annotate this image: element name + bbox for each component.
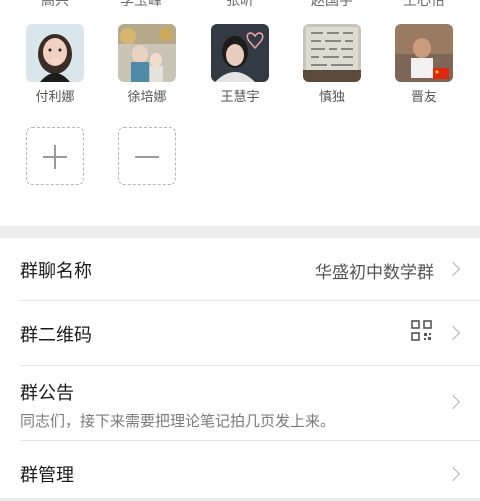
group-qr-row[interactable]: 群二维码 xyxy=(0,301,480,365)
chevron-right-icon xyxy=(445,261,461,277)
member-item[interactable]: 晋友 xyxy=(389,24,459,106)
group-announcement-text: 同志们，接下来需要把理论笔记拍几页发上来。 xyxy=(20,412,336,430)
chevron-right-icon xyxy=(445,325,461,341)
group-name-label: 群聊名称 xyxy=(20,261,92,282)
member-avatar[interactable] xyxy=(118,24,176,82)
member-name-partial: 张昕 xyxy=(226,0,254,9)
group-name-value: 华盛初中数学群 xyxy=(315,263,434,283)
member-name: 付利娜 xyxy=(35,90,75,105)
member-name-partial: 李玉峰 xyxy=(120,0,162,9)
qr-code-icon xyxy=(411,320,432,341)
group-members-panel: 高兴 李玉峰 张昕 赵国宇 王心怡 付利娜 徐培娜 王慧宇 慎独 晋友 xyxy=(0,0,480,226)
member-avatar[interactable] xyxy=(303,24,361,82)
group-qr-label: 群二维码 xyxy=(20,325,92,346)
member-name-partial: 高兴 xyxy=(41,0,69,9)
member-name: 慎独 xyxy=(318,90,345,105)
member-name-partial: 王心怡 xyxy=(403,0,445,9)
chevron-right-icon xyxy=(445,394,461,410)
add-member-button[interactable] xyxy=(26,127,84,185)
member-name-partial: 赵国宇 xyxy=(311,0,353,9)
group-name-row[interactable]: 群聊名称 华盛初中数学群 xyxy=(0,238,480,300)
group-manage-row[interactable]: 群管理 xyxy=(0,441,480,501)
member-avatar[interactable] xyxy=(211,24,269,82)
group-announcement-label: 群公告 xyxy=(20,383,74,404)
group-settings-list: 群聊名称 华盛初中数学群 群二维码 群公告 同志们，接下来需要把理论笔记拍几页发… xyxy=(0,238,480,498)
remove-member-button[interactable] xyxy=(118,127,176,185)
group-announcement-row[interactable]: 群公告 同志们，接下来需要把理论笔记拍几页发上来。 xyxy=(0,366,480,440)
member-item[interactable]: 徐培娜 xyxy=(112,24,182,106)
previous-row-names: 高兴 李玉峰 张昕 赵国宇 王心怡 xyxy=(0,0,480,9)
member-avatar[interactable] xyxy=(26,24,84,82)
member-item[interactable]: 王慧宇 xyxy=(205,24,275,106)
member-name: 王慧宇 xyxy=(220,90,260,105)
member-avatar[interactable] xyxy=(395,24,453,82)
chevron-right-icon xyxy=(445,466,461,482)
member-name: 徐培娜 xyxy=(127,90,167,105)
member-name: 晋友 xyxy=(410,90,437,105)
group-manage-label: 群管理 xyxy=(20,465,74,486)
member-item[interactable]: 慎独 xyxy=(297,24,367,106)
member-item[interactable]: 付利娜 xyxy=(20,24,90,106)
minus-icon xyxy=(135,156,159,158)
